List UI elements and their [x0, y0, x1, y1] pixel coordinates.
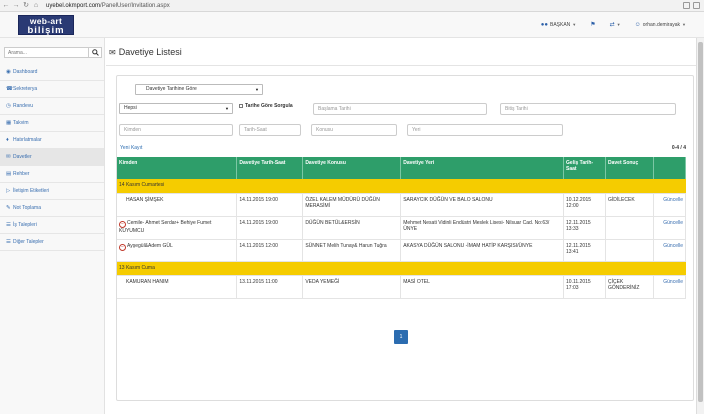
table-row: HASAN ŞİMŞEK 14.11.2015 19:00 ÖZEL KALEM…	[117, 193, 687, 217]
envelope-icon: ✉	[6, 154, 11, 160]
update-link[interactable]: Güncelle	[653, 239, 687, 262]
sidebar-search	[4, 47, 102, 58]
caret-down-icon: ▼	[225, 106, 229, 111]
back-icon[interactable]: ←	[2, 2, 10, 10]
caret-down-icon: ▼	[616, 22, 621, 27]
main-content: ✉ Davetiye Listesi Davetiye Tarihine Gör…	[106, 38, 704, 414]
divider	[106, 65, 704, 66]
sort-select[interactable]: Davetiye Tarihine Göre ▼	[135, 84, 263, 95]
sidebar-item-dashboard[interactable]: ◉ Dashboard	[0, 64, 104, 81]
column-header[interactable]: Davet Sonuç	[605, 157, 654, 179]
sidebar-item-takvim[interactable]: ▦ Takvim	[0, 115, 104, 132]
sidebar-item-sekreterya[interactable]: ☎ Sekreterya	[0, 81, 104, 98]
column-header[interactable]: Davetiye Tarih-Saat	[236, 157, 304, 179]
column-header	[653, 157, 687, 179]
star-icon[interactable]	[683, 2, 690, 9]
logo[interactable]: web-art bilişim	[18, 15, 74, 35]
new-record-link[interactable]: Yeni Kayıt	[120, 145, 142, 151]
role-dropdown[interactable]: ●● BAŞKAN ▼	[541, 22, 577, 28]
dashboard-icon: ◉	[6, 69, 11, 75]
sidebar-item-davetler[interactable]: ✉ Davetler	[0, 149, 104, 166]
scrollbar-thumb[interactable]	[698, 42, 703, 402]
caret-down-icon: ▼	[255, 87, 259, 92]
search-button[interactable]	[89, 47, 102, 58]
place-input[interactable]: Yeri	[407, 124, 563, 136]
clock-icon: ◷	[6, 103, 11, 109]
table-header-row: Kimden Davetiye Tarih-Saat Davetiye Konu…	[117, 157, 687, 179]
notifications-button[interactable]: ⚑	[590, 21, 595, 28]
update-link[interactable]: Güncelle	[653, 216, 687, 240]
sidebar-nav: ◉ Dashboard ☎ Sekreterya ◷ Randevu ▦ Takvim …	[0, 64, 104, 251]
column-header[interactable]: Davetiye Yeri	[400, 157, 565, 179]
group-row: 14 Kasım Cumartesi	[117, 179, 686, 194]
from-input[interactable]: Kimden	[119, 124, 233, 136]
sidebar-item-iletisim-etiketleri[interactable]: ▷ İletişim Etiketleri	[0, 183, 104, 200]
user-dropdown[interactable]: ☺ orhan.demirayak ▼	[635, 22, 686, 28]
users-icon: ●●	[540, 21, 548, 28]
group-row: 13 Kasım Cuma	[117, 261, 686, 276]
search-icon	[91, 49, 99, 56]
forward-icon[interactable]: →	[12, 2, 20, 10]
tag-icon: ▷	[6, 188, 11, 194]
datetime-input[interactable]: Tarih-Saat	[239, 124, 301, 136]
list-icon: ☰	[6, 239, 11, 245]
sidebar-item-randevu[interactable]: ◷ Randevu	[0, 98, 104, 115]
date-query-checkbox[interactable]: Tarihe Göre Sorgula	[239, 103, 293, 109]
sidebar: ◉Dashboard ☎Sekreterya ◷Randevu ▦Takvim …	[0, 38, 105, 414]
delete-icon[interactable]: −	[119, 220, 126, 228]
checkbox[interactable]	[239, 104, 243, 108]
shuffle-dropdown[interactable]: ⇄ ▼	[610, 21, 621, 28]
search-input[interactable]	[4, 47, 89, 58]
update-link[interactable]: Güncelle	[653, 193, 687, 217]
table-row: − Cemile- Ahmet Serdar+ Behiye Fumet KUYU…	[117, 216, 687, 240]
subject-input[interactable]: Konusu	[311, 124, 397, 136]
phone-icon: ☎	[6, 86, 13, 92]
bell-icon: ♦	[6, 137, 9, 143]
sidebar-item-diger-talepler[interactable]: ☰ Diğer Talepler	[0, 234, 104, 251]
page-title: ✉ Davetiye Listesi	[109, 47, 182, 57]
book-icon: ▤	[6, 171, 12, 177]
menu-icon[interactable]	[693, 2, 700, 9]
end-date-input[interactable]: Bitiş Tarihi	[500, 103, 676, 115]
sidebar-item-not-toplama[interactable]: ✎ Not Toplama	[0, 200, 104, 217]
pagination-page-1[interactable]: 1	[394, 330, 408, 344]
table-row: KAMURAN HANIM 13.11.2015 11:00 VEDA YEME…	[117, 275, 687, 299]
pencil-icon: ✎	[6, 205, 11, 211]
list-icon: ☰	[6, 222, 11, 228]
record-count: 0-4 / 4	[671, 145, 686, 151]
caret-down-icon: ▼	[682, 22, 686, 27]
shuffle-icon: ⇄	[609, 22, 615, 28]
start-date-input[interactable]: Başlama Tarihi	[313, 103, 487, 115]
sidebar-item-rehber[interactable]: ▤ Rehber	[0, 166, 104, 183]
column-header[interactable]: Davetiye Konusu	[302, 157, 402, 179]
column-header[interactable]: Geliş Tarih-Saat	[563, 157, 606, 179]
reload-icon[interactable]: ↻	[22, 2, 30, 10]
calendar-icon: ▦	[6, 120, 12, 126]
sidebar-item-is-talepleri[interactable]: ☰ İş Talepleri	[0, 217, 104, 234]
sidebar-item-hatirlatmalar[interactable]: ♦ Hatırlatmalar	[0, 132, 104, 149]
delete-icon[interactable]: −	[119, 243, 126, 251]
app-navbar: web-art bilişim ●● BAŞKAN ▼ ⚑ ⇄ ▼ ☺ orha…	[0, 12, 704, 38]
column-header[interactable]: Kimden	[117, 157, 238, 179]
status-select[interactable]: Hepsi ▼	[119, 103, 233, 114]
flag-icon: ⚑	[590, 22, 596, 28]
scrollbar[interactable]	[696, 38, 704, 414]
home-icon[interactable]: ⌂	[32, 2, 40, 10]
update-link[interactable]: Güncelle	[653, 275, 687, 299]
user-icon: ☺	[634, 21, 641, 28]
invitations-table: Kimden Davetiye Tarih-Saat Davetiye Konu…	[117, 157, 687, 299]
address-bar[interactable]: uyebel.okmport.com/PanelUser/Invitation.…	[46, 3, 170, 9]
browser-toolbar: ← → ↻ ⌂ uyebel.okmport.com/PanelUser/Inv…	[0, 0, 704, 12]
caret-down-icon: ▼	[572, 22, 577, 27]
envelope-icon: ✉	[109, 47, 116, 57]
table-row: − Ayşegül&Adem GÜL 14.11.2015 12:00 SÜNNE…	[117, 239, 687, 262]
